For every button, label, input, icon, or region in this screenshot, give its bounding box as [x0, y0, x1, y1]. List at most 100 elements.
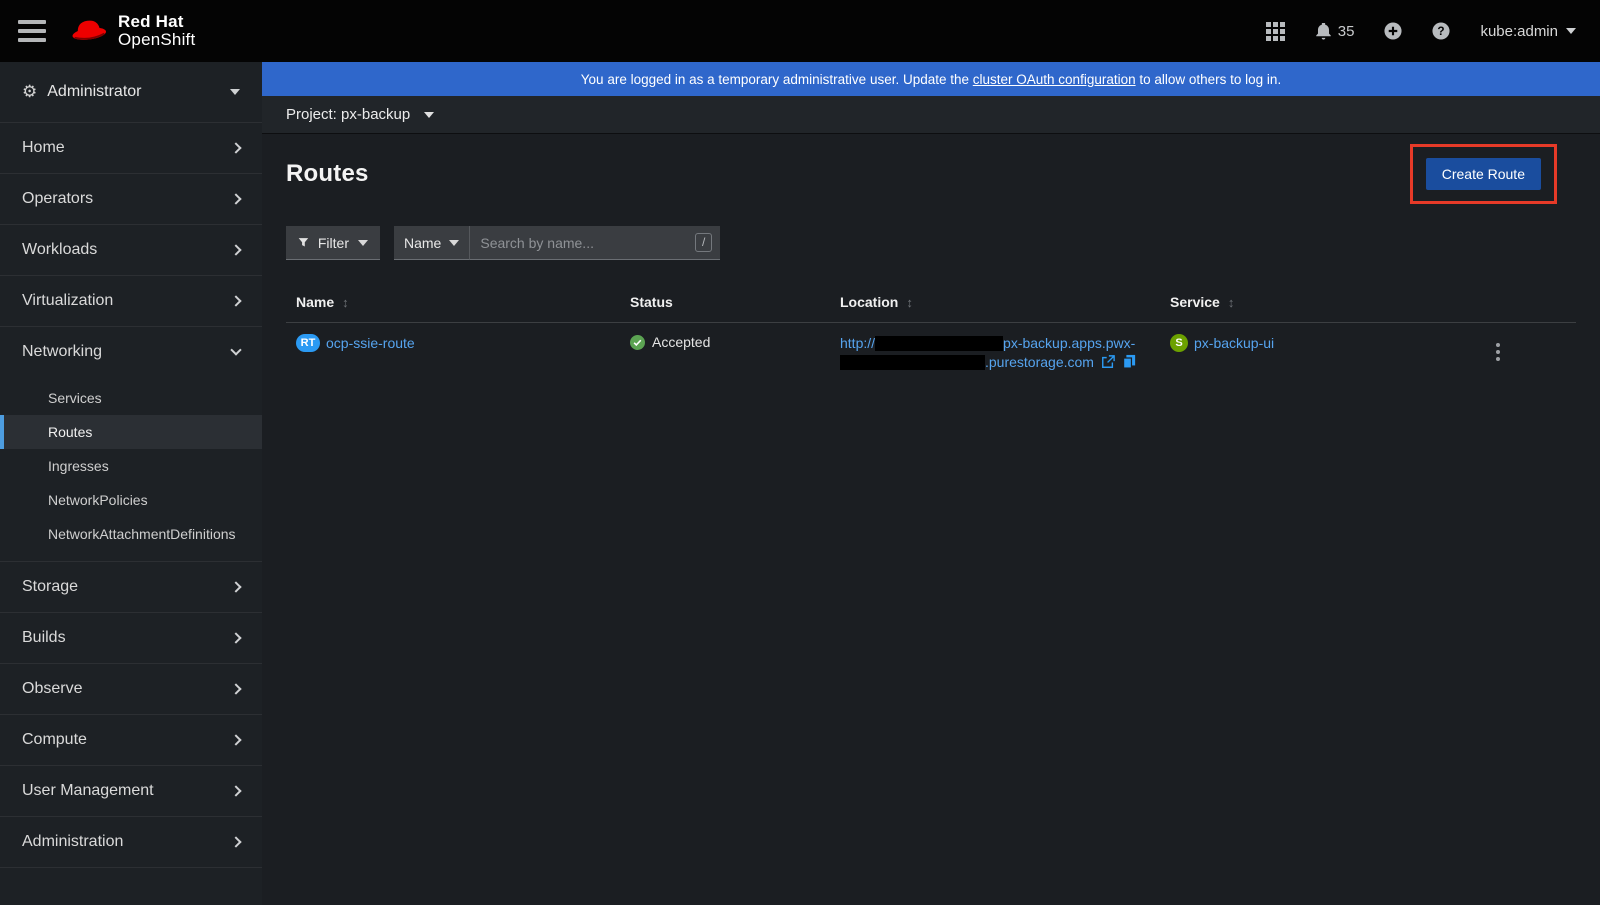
sidebar-item-home[interactable]: Home: [0, 122, 262, 173]
project-selector[interactable]: Project: px-backup: [286, 106, 410, 123]
sidebar-item-networkpolicies[interactable]: NetworkPolicies: [0, 483, 262, 517]
kebab-menu-icon[interactable]: [1490, 340, 1506, 364]
sidebar-item-observe[interactable]: Observe: [0, 663, 262, 714]
sidebar-item-label: Virtualization: [22, 292, 113, 310]
sidebar-item-workloads[interactable]: Workloads: [0, 224, 262, 275]
page-content: Routes Create Route Filter Name: [262, 134, 1600, 905]
route-name-link[interactable]: ocp-ssie-route: [326, 335, 415, 351]
sidebar-item-compute[interactable]: Compute: [0, 714, 262, 765]
search-group: Name /: [394, 226, 720, 260]
networking-subnav: Services Routes Ingresses NetworkPolicie…: [0, 377, 262, 561]
copy-icon[interactable]: [1122, 354, 1136, 369]
chevron-right-icon: [230, 734, 241, 745]
notification-count: 35: [1338, 23, 1355, 40]
sidebar-item-networking[interactable]: Networking: [0, 326, 262, 377]
service-name-link[interactable]: px-backup-ui: [1194, 335, 1274, 351]
redacted-block: [875, 336, 1003, 351]
banner-text-after: to allow others to log in.: [1136, 72, 1282, 87]
external-link-icon[interactable]: [1101, 355, 1115, 369]
question-circle-icon: ?: [1432, 22, 1450, 40]
help-button[interactable]: ?: [1432, 22, 1450, 40]
sidebar-item-networkattachmentdefinitions[interactable]: NetworkAttachmentDefinitions: [0, 517, 262, 551]
sidebar-item-label: Compute: [22, 731, 87, 749]
create-route-button[interactable]: Create Route: [1426, 158, 1541, 190]
service-kind-badge: S: [1170, 334, 1188, 352]
column-header-actions: [1420, 282, 1576, 323]
sidebar-item-storage[interactable]: Storage: [0, 561, 262, 612]
search-type-dropdown[interactable]: Name: [394, 226, 470, 260]
chevron-down-icon[interactable]: [424, 112, 434, 118]
perspective-label: Administrator: [47, 83, 141, 101]
sidebar-item-user-management[interactable]: User Management: [0, 765, 262, 816]
chevron-right-icon: [230, 295, 241, 306]
column-header-service[interactable]: Service↕: [1160, 282, 1420, 323]
chevron-down-icon: [230, 344, 241, 355]
table-header-row: Name↕ Status Location↕ Service↕: [286, 282, 1576, 323]
plus-circle-icon: [1384, 22, 1402, 40]
sidebar-item-label: Home: [22, 139, 65, 157]
search-type-label: Name: [404, 235, 441, 251]
app-grid-icon: [1266, 22, 1285, 41]
sidebar-item-virtualization[interactable]: Virtualization: [0, 275, 262, 326]
filter-label: Filter: [318, 235, 349, 251]
sub-item-label: NetworkAttachmentDefinitions: [48, 526, 236, 542]
temp-admin-banner: You are logged in as a temporary adminis…: [262, 62, 1600, 96]
masthead: Red Hat OpenShift 35 ?: [0, 0, 1600, 62]
cluster-oauth-configuration-link[interactable]: cluster OAuth configuration: [973, 72, 1136, 87]
sidebar-item-label: Networking: [22, 343, 102, 361]
banner-text-before: You are logged in as a temporary adminis…: [581, 72, 973, 87]
add-button[interactable]: [1384, 22, 1402, 40]
cogs-icon: ⚙: [22, 82, 37, 102]
sort-icon[interactable]: ↕: [1228, 295, 1235, 310]
column-header-status[interactable]: Status: [620, 282, 830, 323]
user-menu[interactable]: kube:admin: [1480, 23, 1576, 40]
bell-icon: [1315, 23, 1332, 40]
status-text: Accepted: [652, 334, 710, 350]
project-bar: Project: px-backup: [262, 96, 1600, 134]
sidebar-item-operators[interactable]: Operators: [0, 173, 262, 224]
chevron-down-icon: [358, 240, 368, 246]
chevron-right-icon: [230, 193, 241, 204]
perspective-switcher[interactable]: ⚙ Administrator: [0, 62, 262, 122]
chevron-right-icon: [230, 785, 241, 796]
brand-line1: Red Hat: [118, 13, 195, 31]
sidebar-item-ingresses[interactable]: Ingresses: [0, 449, 262, 483]
chevron-right-icon: [230, 142, 241, 153]
filter-dropdown[interactable]: Filter: [286, 226, 380, 260]
search-input[interactable]: [480, 235, 695, 251]
sort-icon[interactable]: ↕: [906, 295, 913, 310]
redhat-openshift-logo[interactable]: Red Hat OpenShift: [68, 13, 195, 49]
sidebar-item-routes[interactable]: Routes: [0, 415, 262, 449]
location-line2[interactable]: .purestorage.com: [985, 354, 1094, 370]
chevron-right-icon: [230, 244, 241, 255]
app-launcher-button[interactable]: [1266, 22, 1285, 41]
annotation-highlight-box: Create Route: [1410, 144, 1557, 204]
column-header-location[interactable]: Location↕: [830, 282, 1160, 323]
sidebar: ⚙ Administrator Home Operators Workloads…: [0, 62, 262, 905]
sub-item-label: Services: [48, 390, 102, 406]
sidebar-item-services[interactable]: Services: [0, 381, 262, 415]
notifications-button[interactable]: 35: [1315, 23, 1355, 40]
sort-icon[interactable]: ↕: [342, 295, 349, 310]
sidebar-item-label: Observe: [22, 680, 82, 698]
sub-item-label: Ingresses: [48, 458, 109, 474]
sidebar-item-label: Administration: [22, 833, 123, 851]
sidebar-item-label: Operators: [22, 190, 93, 208]
sidebar-item-administration[interactable]: Administration: [0, 816, 262, 867]
chevron-right-icon: [230, 632, 241, 643]
sidebar-item-label: Storage: [22, 578, 78, 596]
username: kube:admin: [1480, 23, 1558, 40]
page-title: Routes: [286, 160, 1576, 188]
location-line1[interactable]: px-backup.apps.pwx-: [1003, 335, 1135, 351]
sub-item-label: NetworkPolicies: [48, 492, 148, 508]
sub-item-label: Routes: [48, 424, 92, 440]
svg-text:?: ?: [1438, 24, 1445, 38]
chevron-right-icon: [230, 581, 241, 592]
redacted-block: [840, 355, 985, 370]
chevron-right-icon: [230, 683, 241, 694]
sidebar-item-builds[interactable]: Builds: [0, 612, 262, 663]
menu-toggle-icon[interactable]: [18, 20, 46, 42]
column-header-name[interactable]: Name↕: [286, 282, 620, 323]
routes-table: Name↕ Status Location↕ Service↕: [286, 282, 1576, 383]
location-prefix: http://: [840, 335, 875, 351]
